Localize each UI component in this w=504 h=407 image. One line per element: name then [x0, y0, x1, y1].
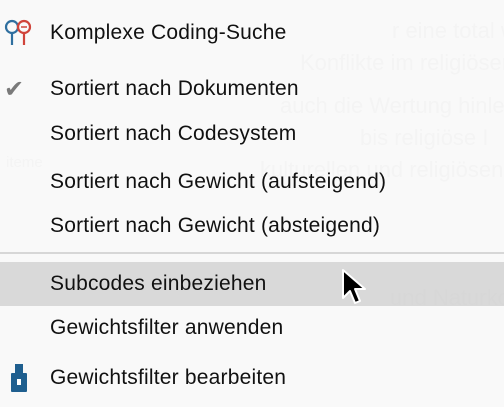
menu-item-sort-by-weight-descending[interactable]: Sortiert nach Gewicht (absteigend): [0, 204, 504, 248]
menu-item-include-subcodes[interactable]: Subcodes einbeziehen: [0, 262, 504, 306]
mouse-pointer-icon: [342, 269, 366, 304]
menu-item-label: Gewichtsfilter bearbeiten: [50, 366, 287, 389]
menu-item-edit-weight-filter[interactable]: Gewichtsfilter bearbeiten: [0, 356, 504, 400]
context-menu: Komplexe Coding-Suche ✔ Sortiert nach Do…: [0, 0, 504, 407]
menu-item-label: Sortiert nach Gewicht (aufsteigend): [50, 170, 387, 193]
menu-separator: [0, 252, 504, 254]
menu-item-apply-weight-filter[interactable]: Gewichtsfilter anwenden: [0, 306, 504, 350]
checkmark-icon: ✔: [4, 75, 25, 103]
menu-item-label: Subcodes einbeziehen: [50, 272, 267, 295]
menu-item-label: Sortiert nach Dokumenten: [50, 77, 299, 100]
menu-item-sort-by-codesystem[interactable]: Sortiert nach Codesystem: [0, 112, 504, 156]
menu-item-label: Sortiert nach Gewicht (absteigend): [50, 214, 381, 237]
menu-item-sort-by-weight-ascending[interactable]: Sortiert nach Gewicht (aufsteigend): [0, 160, 504, 204]
menu-item-label: Komplexe Coding-Suche: [50, 21, 287, 44]
screen: r eine total welt g Konflikte im religiö…: [0, 0, 504, 407]
search-filter-icon: [2, 16, 36, 50]
menu-item-label: Sortiert nach Codesystem: [50, 122, 297, 145]
weight-icon: [2, 361, 36, 395]
menu-item-complex-coding-search[interactable]: Komplexe Coding-Suche: [0, 11, 504, 55]
menu-item-sort-by-documents[interactable]: ✔ Sortiert nach Dokumenten: [0, 67, 504, 111]
menu-item-label: Gewichtsfilter anwenden: [50, 316, 284, 339]
